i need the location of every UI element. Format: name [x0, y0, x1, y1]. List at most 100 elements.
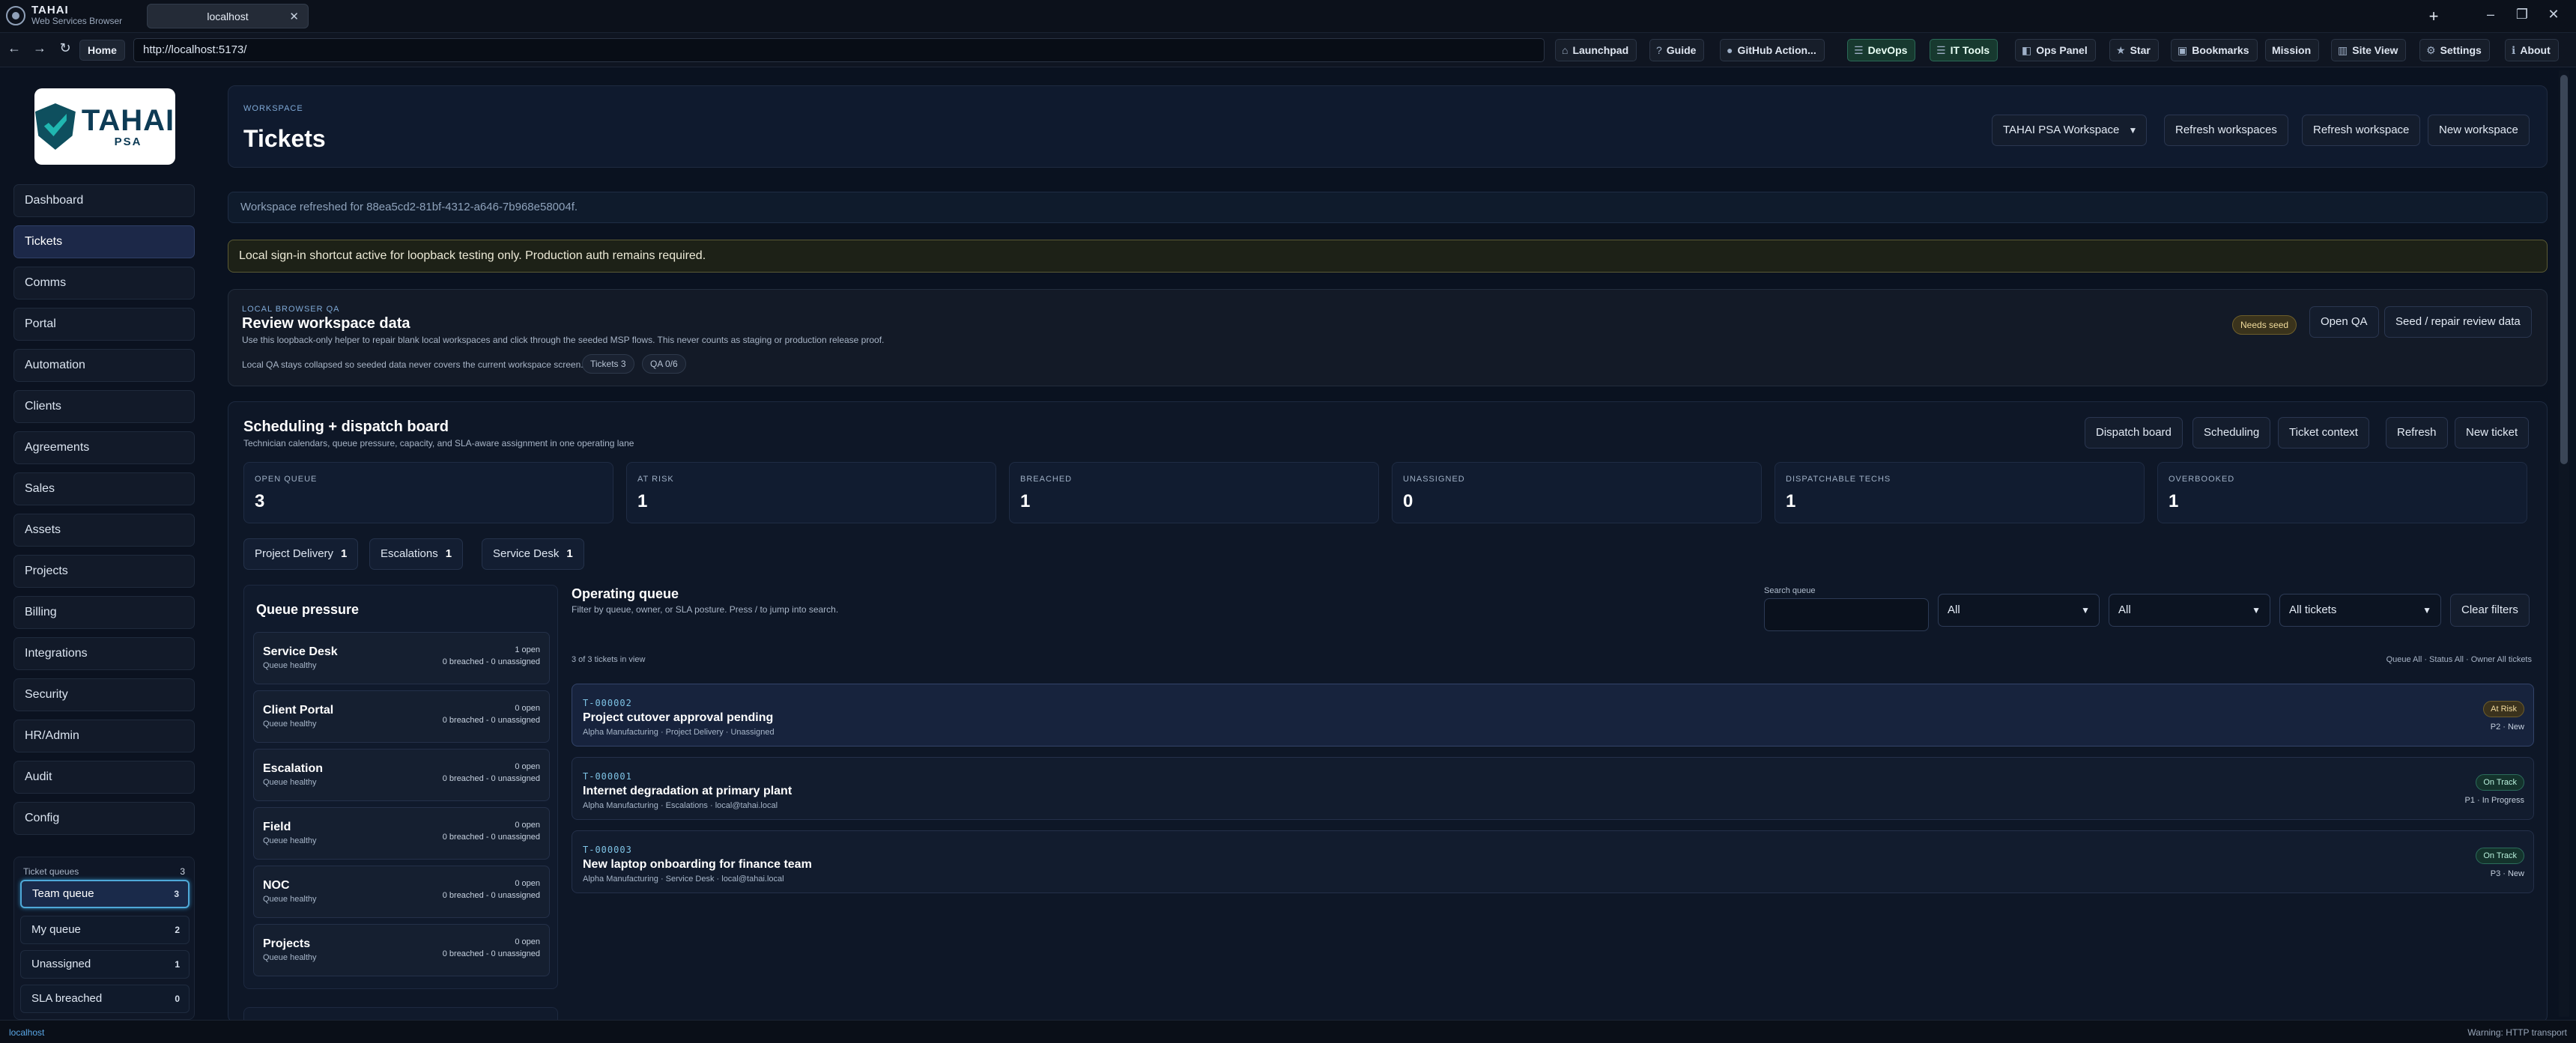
mission-button[interactable]: Mission — [2265, 39, 2320, 61]
stat-label: OVERBOOKED — [2169, 475, 2235, 484]
launchpad-button[interactable]: ⌂ Launchpad — [1555, 39, 1637, 61]
site-view-label: Site View — [2352, 44, 2398, 56]
sidebar-item-config[interactable]: Config — [13, 802, 195, 835]
queue-item-team[interactable]: Team queue 3 — [20, 880, 190, 908]
sidebar-item-agreements[interactable]: Agreements — [13, 431, 195, 464]
refresh-button[interactable]: Refresh — [2386, 417, 2448, 448]
sidebar-item-billing[interactable]: Billing — [13, 596, 195, 629]
status-warning: Warning: HTTP transport — [2467, 1027, 2567, 1038]
pressure-queue-open: 0 open — [515, 821, 540, 830]
new-tab-icon[interactable]: + — [2424, 7, 2443, 26]
ticket-row[interactable]: T-000002 Project cutover approval pendin… — [572, 684, 2534, 746]
dispatch-board-button[interactable]: Dispatch board — [2085, 417, 2183, 448]
sidebar-item-comms[interactable]: Comms — [13, 267, 195, 299]
sidebar-item-projects[interactable]: Projects — [13, 555, 195, 588]
minimize-icon[interactable]: – — [2479, 7, 2502, 22]
refresh-workspaces-button[interactable]: Refresh workspaces — [2164, 115, 2288, 146]
ticket-row[interactable]: T-000001 Internet degradation at primary… — [572, 757, 2534, 820]
guide-button[interactable]: ? Guide — [1649, 39, 1705, 61]
site-view-button[interactable]: ▥ Site View — [2331, 39, 2407, 61]
browser-logo-icon — [6, 5, 25, 25]
star-label: Star — [2130, 44, 2151, 56]
new-ticket-button[interactable]: New ticket — [2455, 417, 2530, 448]
help-icon: ? — [1656, 44, 1662, 56]
ticket-context-button[interactable]: Ticket context — [2278, 417, 2369, 448]
forward-icon[interactable]: → — [31, 40, 48, 56]
clear-filters-button[interactable]: Clear filters — [2450, 594, 2530, 627]
refresh-workspace-button[interactable]: Refresh workspace — [2302, 115, 2421, 146]
pressure-queue-client-portal[interactable]: Client Portal Queue healthy 0 open 0 bre… — [253, 690, 550, 743]
ticket-row[interactable]: T-000003 New laptop onboarding for finan… — [572, 830, 2534, 893]
pressure-queue-service-desk[interactable]: Service Desk Queue healthy 1 open 0 brea… — [253, 632, 550, 684]
sidebar-item-audit[interactable]: Audit — [13, 761, 195, 794]
sidebar-item-dashboard[interactable]: Dashboard — [13, 184, 195, 217]
pressure-queue-noc[interactable]: NOC Queue healthy 0 open 0 breached - 0 … — [253, 866, 550, 918]
app-logo[interactable]: TAHAI PSA — [34, 88, 175, 165]
sidebar-item-automation[interactable]: Automation — [13, 349, 195, 382]
search-queue-input[interactable] — [1764, 598, 1929, 631]
github-actions-button[interactable]: ● GitHub Action... — [1720, 39, 1825, 61]
close-window-icon[interactable]: ✕ — [2542, 7, 2565, 22]
open-qa-button[interactable]: Open QA — [2309, 306, 2379, 338]
chevron-down-icon: ▼ — [2081, 605, 2090, 615]
sidebar-item-sales[interactable]: Sales — [13, 472, 195, 505]
lane-pill-project-delivery[interactable]: Project Delivery 1 — [243, 538, 359, 570]
stat-value: 1 — [2169, 491, 2179, 511]
board-title: Scheduling + dispatch board — [243, 419, 449, 435]
queue-item-mine[interactable]: My queue 2 — [20, 916, 190, 944]
pressure-queue-projects[interactable]: Projects Queue healthy 0 open 0 breached… — [253, 924, 550, 976]
ticket-meta: Alpha Manufacturing · Escalations · loca… — [583, 801, 778, 810]
settings-button[interactable]: ⚙ Settings — [2419, 39, 2490, 61]
ops-panel-button[interactable]: ◧ Ops Panel — [2015, 39, 2096, 61]
bookmark-icon: ▣ — [2178, 44, 2188, 56]
pressure-queue-field[interactable]: Field Queue healthy 0 open 0 breached - … — [253, 807, 550, 860]
sidebar-item-security[interactable]: Security — [13, 678, 195, 711]
sla-status-badge: At Risk — [2483, 701, 2524, 717]
sidebar-item-integrations[interactable]: Integrations — [13, 637, 195, 670]
mission-label: Mission — [2272, 44, 2312, 56]
queue-filter-select[interactable]: All ▼ — [1938, 594, 2100, 627]
pressure-queue-name: Projects — [263, 937, 311, 950]
sidebar-item-portal[interactable]: Portal — [13, 308, 195, 341]
bookmarks-button[interactable]: ▣ Bookmarks — [2171, 39, 2258, 61]
lane-pill-service-desk[interactable]: Service Desk 1 — [482, 538, 584, 570]
queue-item-sla-breached[interactable]: SLA breached 0 — [20, 985, 190, 1013]
reload-icon[interactable]: ↻ — [57, 40, 73, 56]
lane-pill-escalations[interactable]: Escalations 1 — [369, 538, 464, 570]
sidebar-item-clients[interactable]: Clients — [13, 390, 195, 423]
browser-brand: TAHAI Web Services Browser — [6, 4, 122, 26]
pressure-queue-breach: 0 breached - 0 unassigned — [442, 949, 540, 958]
new-workspace-button[interactable]: New workspace — [2428, 115, 2530, 146]
workspace-select[interactable]: TAHAI PSA Workspace ▼ — [1992, 115, 2148, 146]
star-icon: ★ — [2116, 44, 2126, 56]
tab-close-icon[interactable]: ✕ — [289, 10, 299, 23]
nav-bar: ← → ↻ Home http://localhost:5173/ ⌂ Launc… — [0, 33, 2576, 67]
scheduling-button[interactable]: Scheduling — [2192, 417, 2271, 448]
seed-review-data-button[interactable]: Seed / repair review data — [2384, 306, 2532, 338]
about-button[interactable]: ℹ About — [2505, 39, 2559, 61]
lane-pill-label: Project Delivery — [255, 547, 334, 560]
stat-label: DISPATCHABLE TECHS — [1786, 475, 1891, 484]
back-icon[interactable]: ← — [6, 40, 22, 56]
pressure-queue-health: Queue healthy — [263, 895, 317, 904]
devops-button[interactable]: ☰ DevOps — [1847, 39, 1916, 61]
home-button[interactable]: Home — [79, 40, 125, 61]
it-tools-button[interactable]: ☰ IT Tools — [1930, 39, 1998, 61]
sidebar-item-hr-admin[interactable]: HR/Admin — [13, 720, 195, 752]
address-bar[interactable]: http://localhost:5173/ — [133, 38, 1545, 62]
maximize-icon[interactable]: ❐ — [2511, 7, 2533, 22]
sidebar-item-tickets[interactable]: Tickets — [13, 225, 195, 258]
status-filter-select[interactable]: All ▼ — [2109, 594, 2270, 627]
sidebar-item-assets[interactable]: Assets — [13, 514, 195, 547]
pressure-queue-health: Queue healthy — [263, 661, 317, 670]
pressure-queue-open: 0 open — [515, 879, 540, 888]
about-label: About — [2520, 44, 2551, 56]
pressure-queue-escalation[interactable]: Escalation Queue healthy 0 open 0 breach… — [253, 749, 550, 801]
page-scrollbar-thumb[interactable] — [2560, 75, 2568, 464]
star-button[interactable]: ★ Star — [2109, 39, 2159, 61]
pressure-queue-health: Queue healthy — [263, 836, 317, 845]
queue-item-unassigned[interactable]: Unassigned 1 — [20, 950, 190, 979]
browser-tab[interactable]: localhost ✕ — [147, 4, 309, 28]
owner-filter-select[interactable]: All tickets ▼ — [2279, 594, 2441, 627]
workspace-select-value: TAHAI PSA Workspace — [2003, 124, 2120, 136]
